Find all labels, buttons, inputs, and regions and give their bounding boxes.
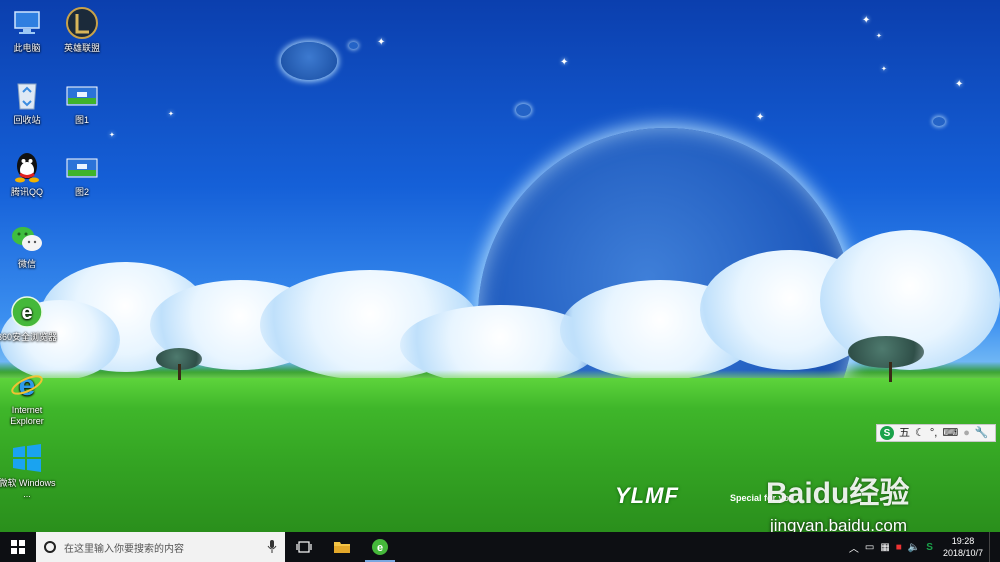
recycle-bin-icon	[17, 83, 37, 110]
desktop-icon-label: 360安全浏览器	[0, 332, 58, 342]
desktop-icon-windows[interactable]: 微软 Windows ...	[0, 441, 58, 500]
desktop-icon-label: 英雄联盟	[63, 43, 100, 53]
baidu-watermark-url: jingyan.baidu.com	[770, 516, 908, 532]
moon-icon[interactable]: ☾	[915, 426, 925, 440]
punctuation-icon[interactable]: °,	[930, 426, 937, 440]
svg-text:e: e	[21, 302, 32, 324]
clock-date: 2018/10/7	[942, 548, 983, 558]
system-tray: ︿ ▭ ▦ ■ 🔈 S 19:28 2018/10/7	[849, 532, 1000, 562]
tree-trunk	[889, 362, 892, 382]
image-file-icon	[66, 158, 98, 178]
file-explorer-icon	[334, 542, 350, 553]
task-view-icon	[296, 541, 312, 553]
volume-icon[interactable]: 🔈	[908, 542, 920, 553]
desktop-icon-label: 图2	[74, 187, 89, 197]
taskbar-search-box[interactable]: 在这里输入你要搜索的内容	[36, 532, 285, 562]
image-file-icon	[66, 86, 98, 106]
desktop-icon-label: Internet Explorer	[10, 405, 44, 426]
star-icon: ✦	[756, 112, 765, 123]
user-icon[interactable]: ●	[963, 426, 970, 440]
lol-icon	[66, 7, 98, 39]
wallpaper-small-planet	[281, 42, 337, 80]
desktop: ✦ ✦ ✦ ✦ ✦ ✦ ✦ ✦ ✦ 此电脑 英雄联盟 回收站 图1 腾讯QQ 图…	[0, 0, 1000, 532]
baidu-watermark: Baidu经验	[766, 477, 910, 510]
sogou-tray-icon[interactable]: ■	[896, 542, 902, 553]
windows-logo-icon	[11, 540, 25, 554]
clock-time: 19:28	[951, 536, 975, 546]
ime-tray-icon[interactable]: S	[926, 542, 933, 553]
wechat-icon	[12, 227, 42, 251]
desktop-icon-wechat[interactable]: 微信	[0, 222, 58, 270]
search-placeholder: 在这里输入你要搜索的内容	[64, 543, 184, 555]
taskbar: 在这里输入你要搜索的内容 e ︿ ▭ ▦ ■ 🔈 S 19:28 2018/10…	[0, 532, 1000, 562]
wallpaper-orb	[349, 42, 358, 49]
star-icon: ✦	[109, 132, 115, 139]
star-icon: ✦	[168, 111, 174, 118]
desktop-icon-image-2[interactable]: 图2	[51, 150, 113, 198]
star-icon: ✦	[377, 37, 386, 48]
wallpaper-orb	[933, 117, 945, 126]
browser-360-icon: e	[372, 539, 388, 555]
battery-icon[interactable]: ▭	[865, 542, 874, 553]
browser-360-icon: e	[11, 296, 43, 328]
desktop-icon-label: 微软 Windows ...	[0, 478, 56, 499]
desktop-icon-lol[interactable]: 英雄联盟	[51, 6, 113, 54]
desktop-icon-label: 图1	[74, 115, 89, 125]
qq-icon	[15, 153, 39, 183]
desktop-icon-recycle-bin[interactable]: 回收站	[0, 78, 58, 126]
tree-trunk	[178, 364, 181, 380]
show-desktop-button[interactable]	[989, 532, 994, 562]
star-icon: ✦	[876, 33, 882, 40]
taskbar-360-browser[interactable]: e	[361, 532, 399, 562]
star-icon: ✦	[881, 66, 887, 73]
desktop-icon-this-pc[interactable]: 此电脑	[0, 6, 58, 54]
desktop-icon-ie[interactable]: e Internet Explorer	[0, 368, 58, 427]
tree-icon	[848, 336, 924, 368]
chevron-up-icon[interactable]: ︿	[849, 540, 859, 555]
ime-mode-toggle[interactable]: 五	[899, 426, 910, 440]
ime-toolbar[interactable]: S 五 ☾ °, ⌨ ● 🔧	[876, 424, 996, 442]
svg-text:e: e	[19, 369, 36, 402]
svg-text:e: e	[377, 542, 383, 554]
desktop-icon-image-1[interactable]: 图1	[51, 78, 113, 126]
star-icon: ✦	[955, 79, 964, 90]
microphone-icon[interactable]	[267, 540, 277, 554]
desktop-icon-label: 此电脑	[13, 43, 41, 53]
windows-icon	[13, 444, 41, 472]
desktop-icon-360-browser[interactable]: e 360安全浏览器	[0, 295, 58, 343]
ie-icon: e	[11, 369, 43, 402]
taskbar-file-explorer[interactable]	[323, 532, 361, 562]
desktop-icon-qq[interactable]: 腾讯QQ	[0, 150, 58, 198]
wallpaper-orb	[516, 104, 531, 116]
sogou-logo-icon[interactable]: S	[880, 426, 894, 440]
keyboard-icon[interactable]: ⌨	[942, 426, 958, 440]
network-icon[interactable]: ▦	[880, 542, 889, 553]
computer-icon	[14, 11, 40, 34]
wallpaper-brand-logo: YLMF	[615, 483, 679, 508]
desktop-icon-label: 腾讯QQ	[10, 187, 43, 197]
wrench-icon[interactable]: 🔧	[975, 426, 989, 440]
star-icon: ✦	[560, 57, 569, 68]
desktop-icon-label: 微信	[17, 259, 36, 269]
task-view-button[interactable]	[285, 532, 323, 562]
desktop-icon-label: 回收站	[13, 115, 41, 125]
start-button[interactable]	[0, 532, 36, 562]
star-icon: ✦	[862, 15, 871, 26]
taskbar-clock[interactable]: 19:28 2018/10/7	[943, 535, 983, 559]
cortana-icon	[44, 541, 56, 553]
